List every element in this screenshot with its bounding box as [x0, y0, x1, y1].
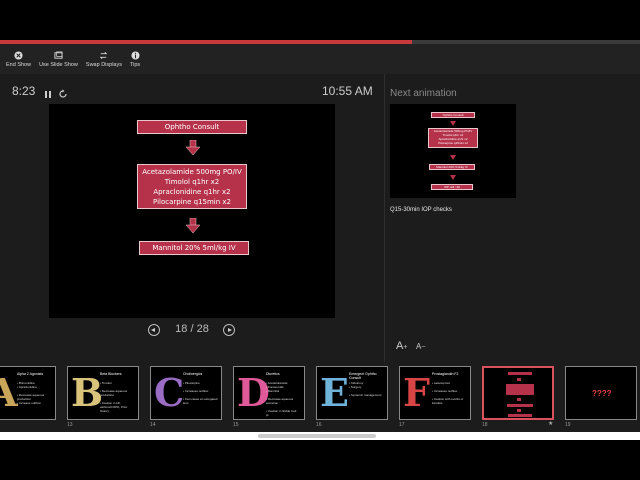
- thumbnail-number: 14: [150, 422, 156, 428]
- use-slide-show-button[interactable]: Use Slide Show: [39, 44, 78, 74]
- down-arrow-icon: [186, 218, 200, 234]
- thumbnail-slide-15[interactable]: D Diuretics • Acetazolamide • Furosemide…: [233, 366, 305, 420]
- swap-icon: [100, 51, 108, 59]
- thumbnail-bullets: • Acetazolamide • Furosemide • Mannitol …: [266, 381, 297, 417]
- down-arrow-icon: [450, 155, 456, 160]
- swap-displays-label: Swap Displays: [85, 61, 122, 68]
- thumbnail-number: 16: [316, 422, 322, 428]
- down-arrow-icon: [450, 121, 456, 126]
- thumbnail-title: Emergent Ophtho Consult: [349, 372, 377, 380]
- letter-art: F: [403, 370, 430, 415]
- next-animation-preview: Ophtho Consult Acetazolamide 500mg PO/IV…: [390, 104, 516, 198]
- thumbnail-number: 17: [399, 422, 405, 428]
- next-box-medications: Acetazolamide 500mg PO/IV Timolol q1hr x…: [428, 128, 478, 148]
- thumbnail-number: 19: [565, 422, 571, 428]
- use-slide-show-label: Use Slide Show: [39, 61, 78, 68]
- end-show-label: End Show: [6, 61, 32, 68]
- presenter-main-area: 8:23 10:55 AM Ophtho Consult Acetazolami…: [0, 74, 640, 362]
- thumbnail-number: 13: [67, 422, 73, 428]
- panel-divider: [384, 74, 385, 362]
- close-circle-icon: [14, 50, 23, 60]
- thumbnail-bullets: • Latanoprost • Increases outflow • Caut…: [432, 381, 464, 405]
- thumbnail-slide-14[interactable]: C Cholinergics • Pilocarpine • Increases…: [150, 366, 222, 420]
- slide-counter: 18 / 28: [175, 323, 209, 335]
- minus-icon: −: [421, 344, 426, 351]
- thumbnail-title: Beta Blockers: [100, 372, 122, 376]
- previous-slide-button[interactable]: [148, 324, 160, 336]
- thumbnail-bullets: • Pilocarpine • Increases outflow • Can …: [183, 381, 218, 405]
- speaker-notes: Q15-30min IOP checks: [390, 207, 452, 213]
- slide-box-ophtho-consult: Ophtho Consult: [137, 120, 247, 134]
- tips-button[interactable]: Tips: [130, 44, 140, 74]
- slide-thumbnail-strip: A Alpha 2 Agonists • Brimonidine • Aprac…: [0, 362, 640, 432]
- decrease-font-button[interactable]: A−: [416, 342, 425, 351]
- thumbnail-box: [508, 414, 532, 417]
- thumbnail-slide-12[interactable]: A Alpha 2 Agonists • Brimonidine • Aprac…: [0, 366, 56, 420]
- thumbnail-box: [507, 404, 533, 407]
- thumbnail-title: Cholinergics: [183, 372, 203, 376]
- down-arrow-icon: [450, 175, 456, 180]
- pause-button[interactable]: [44, 86, 52, 104]
- thumbnail-number: 15: [233, 422, 239, 428]
- plus-icon: +: [403, 344, 408, 351]
- thumbnail-title: Alpha 2 Agonists: [17, 372, 44, 376]
- thumbnail-bullets: • Timolol • Decrease aqueous production …: [100, 381, 128, 413]
- thumbnail-slide-17[interactable]: F Prostaglandin F2 • Latanoprost • Incre…: [399, 366, 471, 420]
- next-box-iop-still: IOP still >40: [431, 184, 473, 190]
- reset-icon: [59, 89, 67, 98]
- thumbnail-title: ????: [592, 389, 612, 398]
- thumbnail-box: [506, 384, 534, 395]
- top-bar: [0, 0, 640, 38]
- slide-box-mannitol: Mannitol 20% 5ml/kg IV: [139, 241, 249, 255]
- letter-art: E: [320, 370, 349, 415]
- elapsed-timer: 8:23: [12, 84, 36, 98]
- thumbnail-number: 18: [482, 422, 488, 428]
- down-arrow-icon: [186, 140, 200, 156]
- thumbnail-bullets: • Brimonidine • Apraclonidine • Decrease…: [17, 381, 45, 405]
- thumbnail-slide-18[interactable]: [482, 366, 554, 420]
- info-icon: [131, 50, 140, 60]
- pause-icon: [45, 91, 51, 98]
- next-box-mannitol: Mannitol 20% 5ml/kg IV: [429, 164, 475, 170]
- reset-timer-button[interactable]: [58, 86, 68, 104]
- thumbnail-scrollbar: [0, 432, 640, 440]
- presenter-toolbar: End Show Use Slide Show Swap Displays Ti…: [0, 44, 640, 74]
- next-box-ophtho-consult: Ophtho Consult: [431, 112, 475, 118]
- next-animation-label: Next animation: [390, 88, 457, 99]
- letter-art: C: [154, 370, 185, 415]
- thumbnail-title: Diuretics: [266, 372, 280, 376]
- thumbnail-box: [508, 372, 532, 375]
- end-show-button[interactable]: End Show: [6, 44, 31, 74]
- letter-art: B: [71, 370, 104, 415]
- thumbnail-arrow: [517, 409, 521, 412]
- thumbnail-slide-16[interactable]: E Emergent Ophtho Consult • Iridotomy • …: [316, 366, 388, 420]
- thumbnail-arrow: [517, 398, 521, 401]
- letter-art: A: [0, 371, 17, 415]
- letter-art: D: [237, 370, 270, 415]
- thumbnail-bullets: • Iridotomy • Surgery • Systemic managem…: [349, 381, 382, 397]
- current-slide: Ophtho Consult Acetazolamide 500mg PO/IV…: [49, 104, 335, 318]
- scrollbar-handle[interactable]: [258, 434, 376, 438]
- window-icon: [54, 51, 63, 59]
- slide-navigator: 18 / 28: [148, 323, 238, 339]
- swap-displays-button[interactable]: Swap Displays: [86, 44, 122, 74]
- next-slide-button[interactable]: [223, 324, 235, 336]
- star-marker: ★: [548, 421, 554, 427]
- current-time: 10:55 AM: [322, 84, 373, 98]
- thumbnail-arrow: [517, 378, 521, 381]
- increase-font-button[interactable]: A+: [396, 340, 407, 352]
- thumbnail-title: Prostaglandin F2: [432, 372, 459, 376]
- slide-box-medications: Acetazolamide 500mg PO/IV Timolol q1hr x…: [137, 164, 247, 209]
- thumbnail-slide-13[interactable]: B Beta Blockers • Timolol • Decrease aqu…: [67, 366, 139, 420]
- thumbnail-slide-19[interactable]: ????: [565, 366, 637, 420]
- tips-label: Tips: [129, 61, 141, 68]
